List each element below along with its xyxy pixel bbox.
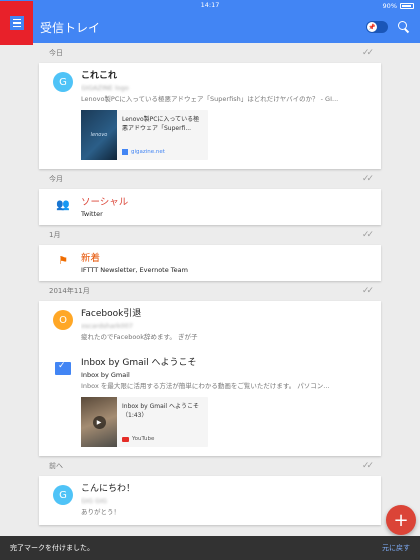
snippet: Inbox を最大限に活用する方法が簡単にわかる動画をご覧いただけます。 パソコ… [81, 382, 330, 390]
menu-icon[interactable] [9, 16, 24, 30]
done-all-icon[interactable]: ✓✓ [362, 461, 374, 471]
pin-icon: 📌 [367, 22, 377, 32]
avatar: O [53, 310, 73, 330]
card-updates: ⚑ 新着 IFTTT Newsletter, Evernote Team [39, 245, 381, 281]
recipient: GIGAZINE logo [81, 84, 129, 92]
section-header-month: 今月 ✓✓ [39, 169, 381, 189]
video-source: YouTube [132, 436, 155, 442]
snippet: ありがとう！ [81, 508, 120, 516]
section-label: 前へ [49, 462, 63, 470]
bundle-name: ソーシャル [81, 197, 129, 208]
section-header-january: 1月 ✓✓ [39, 225, 381, 245]
bundle-senders: Twitter [81, 210, 103, 218]
status-time: 14:17 [200, 1, 220, 9]
list-item[interactable]: G これこれ GIGAZINE logo Lenovo製PCに入っている極悪アド… [39, 63, 381, 169]
preview-thumbnail: lenovo [81, 110, 117, 160]
section-header-today: 今日 ✓✓ [39, 43, 381, 63]
video-duration: （1:43） [122, 412, 148, 419]
menu-highlight[interactable] [0, 1, 33, 45]
section-label: 1月 [49, 231, 61, 239]
search-icon[interactable] [398, 21, 410, 33]
sender-name: これこれ [81, 71, 118, 81]
people-icon: 👥 [56, 198, 70, 211]
section-label: 2014年11月 [49, 287, 90, 295]
recipient: GIG GIG [81, 497, 108, 505]
sender-name: Facebook引退 [81, 309, 142, 319]
list-item[interactable]: O Facebook引退 oscardshark007 疲れたのでFaceboo… [39, 301, 381, 350]
snackbar-message: 完了マークを付けました。 [10, 544, 94, 552]
link-preview[interactable]: lenovo Lenovo製PCに入っている極悪アドウェア「Superfi...… [81, 110, 208, 160]
snippet: 疲れたのでFacebook辞めます。 ぎが子 [81, 333, 198, 341]
pin-toggle[interactable]: 📌 [366, 21, 388, 33]
video-title: Inbox by Gmail へようこそ [122, 403, 200, 410]
video-preview[interactable]: ▶ Inbox by Gmail へようこそ （1:43） YouTube [81, 397, 208, 447]
sender-subtitle: Inbox by Gmail [81, 371, 130, 379]
done-all-icon[interactable]: ✓✓ [362, 286, 374, 296]
section-label: 今日 [49, 49, 63, 57]
card-nov-2014: O Facebook引退 oscardshark007 疲れたのでFaceboo… [39, 301, 381, 456]
thumbnail-logo: lenovo [90, 132, 108, 138]
avatar: G [53, 485, 73, 505]
site-icon [122, 149, 128, 155]
sender-name: Inbox by Gmail へようこそ [81, 358, 197, 368]
page-title: 受信トレイ [40, 20, 101, 35]
bundle-social[interactable]: 👥 ソーシャル Twitter [39, 189, 381, 225]
list-item[interactable]: Inbox by Gmail へようこそ Inbox by Gmail Inbo… [39, 350, 381, 456]
card-social: 👥 ソーシャル Twitter [39, 189, 381, 225]
inbox-icon [55, 361, 71, 375]
youtube-icon [122, 436, 129, 442]
video-thumbnail: ▶ [81, 397, 117, 447]
section-header-nov-2014: 2014年11月 ✓✓ [39, 281, 381, 301]
bundle-updates[interactable]: ⚑ 新着 IFTTT Newsletter, Evernote Team [39, 245, 381, 281]
section-header-earlier: 前へ ✓✓ [39, 456, 381, 476]
card-earlier: G こんにちわ！ GIG GIG ありがとう！ [39, 476, 381, 525]
sender-name: こんにちわ！ [81, 484, 136, 494]
inbox-list: 今日 ✓✓ G これこれ GIGAZINE logo Lenovo製PCに入って… [0, 43, 420, 525]
compose-fab[interactable]: + [386, 505, 416, 535]
preview-title: Lenovo製PCに入っている極悪アドウェア「Superfi... [122, 116, 200, 132]
avatar: G [53, 72, 73, 92]
app-bar: 受信トレイ 📌 [0, 1, 420, 45]
done-all-icon[interactable]: ✓✓ [362, 174, 374, 184]
card-today: G これこれ GIGAZINE logo Lenovo製PCに入っている極悪アド… [39, 63, 381, 169]
status-bar: 14:17 90% [0, 0, 420, 11]
bundle-senders: IFTTT Newsletter, Evernote Team [81, 266, 188, 274]
battery-icon [400, 2, 414, 9]
play-icon: ▶ [92, 415, 106, 429]
bundle-name: 新着 [81, 253, 101, 264]
undo-button[interactable]: 元に戻す [382, 543, 410, 553]
preview-source: gigazine.net [131, 149, 165, 155]
list-item[interactable]: G こんにちわ！ GIG GIG ありがとう！ [39, 476, 381, 525]
done-all-icon[interactable]: ✓✓ [362, 48, 374, 58]
section-label: 今月 [49, 175, 63, 183]
flag-icon: ⚑ [58, 254, 68, 267]
done-all-icon[interactable]: ✓✓ [362, 230, 374, 240]
recipient: oscardshark007 [81, 322, 133, 330]
snackbar: 完了マークを付けました。 元に戻す [0, 536, 420, 560]
snippet: Lenovo製PCに入っている極悪アドウェア「Superfish」はどれだけヤバ… [81, 95, 339, 103]
